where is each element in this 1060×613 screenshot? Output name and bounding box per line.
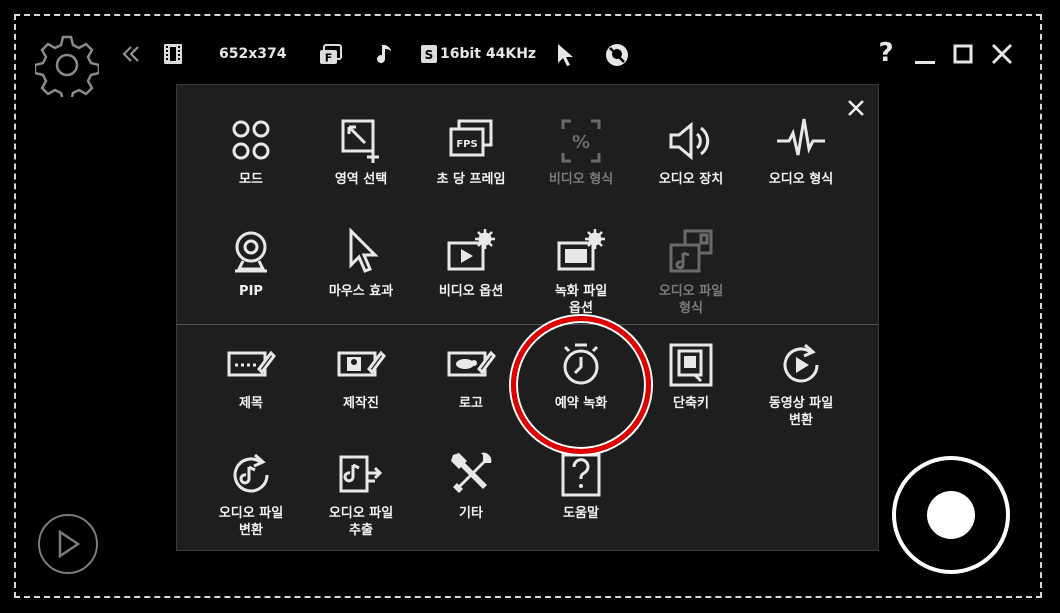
play-icon: [58, 529, 81, 559]
hotkey-icon: [669, 343, 713, 387]
logo-icon: [447, 350, 496, 377]
menu-item-pip[interactable]: PIP: [196, 227, 306, 300]
menu-item-label: 오디오 파일 형식: [658, 284, 724, 316]
audio-extract-icon: [339, 455, 383, 493]
collapse-double-chevron-icon[interactable]: [120, 42, 142, 66]
menu-item-label: 동영상 파일 변환: [768, 396, 834, 428]
video-convert-icon: [783, 343, 819, 383]
menu-item-audio-format[interactable]: 오디오 형식: [746, 115, 856, 188]
fps-icon: FPS: [449, 119, 493, 157]
minimize-icon[interactable]: [912, 40, 938, 68]
audio-format-badge-icon[interactable]: S: [420, 44, 438, 64]
menu-item-label: 비디오 형식: [548, 172, 614, 187]
tools-icon: [451, 452, 492, 493]
menu-item-label: 도움말: [563, 506, 599, 521]
audio-convert-icon: [233, 453, 269, 493]
options-menu-panel: 모드 영역 선택 FPS 초 당 프레임 % 비디오 형식 오디오 장치 오디오…: [176, 84, 879, 551]
fps-badge-icon[interactable]: F: [318, 42, 344, 68]
menu-item-logo[interactable]: 로고: [416, 339, 526, 412]
menu-item-label: 초 당 프레임: [436, 172, 506, 187]
menu-item-label: 로고: [459, 396, 483, 411]
menu-item-label: 제목: [239, 396, 263, 411]
close-icon[interactable]: [988, 40, 1016, 68]
menu-item-record-file-options[interactable]: 녹화 파일 옵션: [526, 227, 636, 317]
menu-item-label: 오디오 파일 변환: [218, 506, 284, 538]
highlight-circle: [511, 316, 651, 454]
webcam-off-icon[interactable]: [604, 42, 630, 68]
menu-item-label: 기타: [459, 506, 483, 521]
menu-item-label: 비디오 옵션: [438, 284, 504, 299]
record-dot-icon: [927, 491, 975, 539]
menu-item-label: 오디오 형식: [768, 172, 834, 187]
resolution-label[interactable]: 652x374: [219, 46, 286, 62]
svg-text:FPS: FPS: [456, 139, 477, 150]
settings-gear-icon[interactable]: [34, 32, 100, 98]
film-icon[interactable]: [162, 43, 184, 65]
menu-item-help[interactable]: 도움말: [526, 449, 636, 522]
audio-format-label[interactable]: 16bit 44KHz: [440, 46, 536, 62]
menu-item-misc[interactable]: 기타: [416, 449, 526, 522]
record-button[interactable]: [892, 456, 1010, 574]
mouse-cursor-icon: [349, 227, 379, 273]
menu-item-label: 녹화 파일 옵션: [554, 284, 608, 316]
cursor-icon[interactable]: [554, 42, 576, 68]
maximize-icon[interactable]: [950, 40, 976, 68]
svg-text:%: %: [572, 132, 590, 153]
menu-item-audio-extract[interactable]: 오디오 파일 추출: [306, 449, 416, 539]
area-select-icon: [341, 119, 379, 163]
menu-item-video-options[interactable]: 비디오 옵션: [416, 227, 526, 300]
mode-grid-icon: [232, 120, 270, 160]
menu-item-audio-file-format: 오디오 파일 형식: [636, 227, 746, 317]
menu-item-hotkeys[interactable]: 단축키: [636, 339, 746, 412]
menu-item-mouse-effect[interactable]: 마우스 효과: [306, 227, 416, 300]
menu-item-label: 오디오 파일 추출: [328, 506, 394, 538]
menu-item-fps[interactable]: FPS 초 당 프레임: [416, 115, 526, 188]
menu-item-audio-convert[interactable]: 오디오 파일 변환: [196, 449, 306, 539]
waveform-icon: [777, 118, 825, 156]
menu-item-label: 오디오 장치: [658, 172, 724, 187]
menu-item-video-format: % 비디오 형식: [526, 115, 636, 188]
help-icon: [561, 453, 601, 497]
webcam-icon: [235, 231, 267, 273]
menu-item-mode[interactable]: 모드: [196, 115, 306, 188]
menu-item-credits[interactable]: 제작진: [306, 339, 416, 412]
video-options-icon: [447, 229, 495, 271]
title-icon: [227, 350, 276, 377]
speaker-icon: [669, 121, 710, 161]
menu-item-label: 모드: [239, 172, 263, 187]
help-button[interactable]: ?: [874, 38, 898, 68]
menu-item-audio-device[interactable]: 오디오 장치: [636, 115, 746, 188]
audio-badge-text: S: [425, 48, 434, 62]
menu-item-video-convert[interactable]: 동영상 파일 변환: [746, 339, 856, 429]
fps-badge-text: F: [325, 52, 333, 65]
record-file-options-icon: [557, 229, 605, 271]
audio-file-format-icon: [669, 229, 713, 273]
credits-icon: [337, 350, 386, 377]
music-note-icon[interactable]: [372, 42, 396, 68]
video-format-icon: %: [561, 119, 601, 163]
menu-divider: [177, 324, 878, 325]
menu-item-title[interactable]: 제목: [196, 339, 306, 412]
menu-item-label: PIP: [239, 284, 263, 299]
menu-item-label: 영역 선택: [334, 172, 388, 187]
play-button[interactable]: [38, 514, 98, 574]
menu-item-label: 마우스 효과: [328, 284, 394, 299]
menu-item-label: 단축키: [673, 396, 709, 411]
menu-item-label: 제작진: [343, 396, 379, 411]
menu-item-area-select[interactable]: 영역 선택: [306, 115, 416, 188]
